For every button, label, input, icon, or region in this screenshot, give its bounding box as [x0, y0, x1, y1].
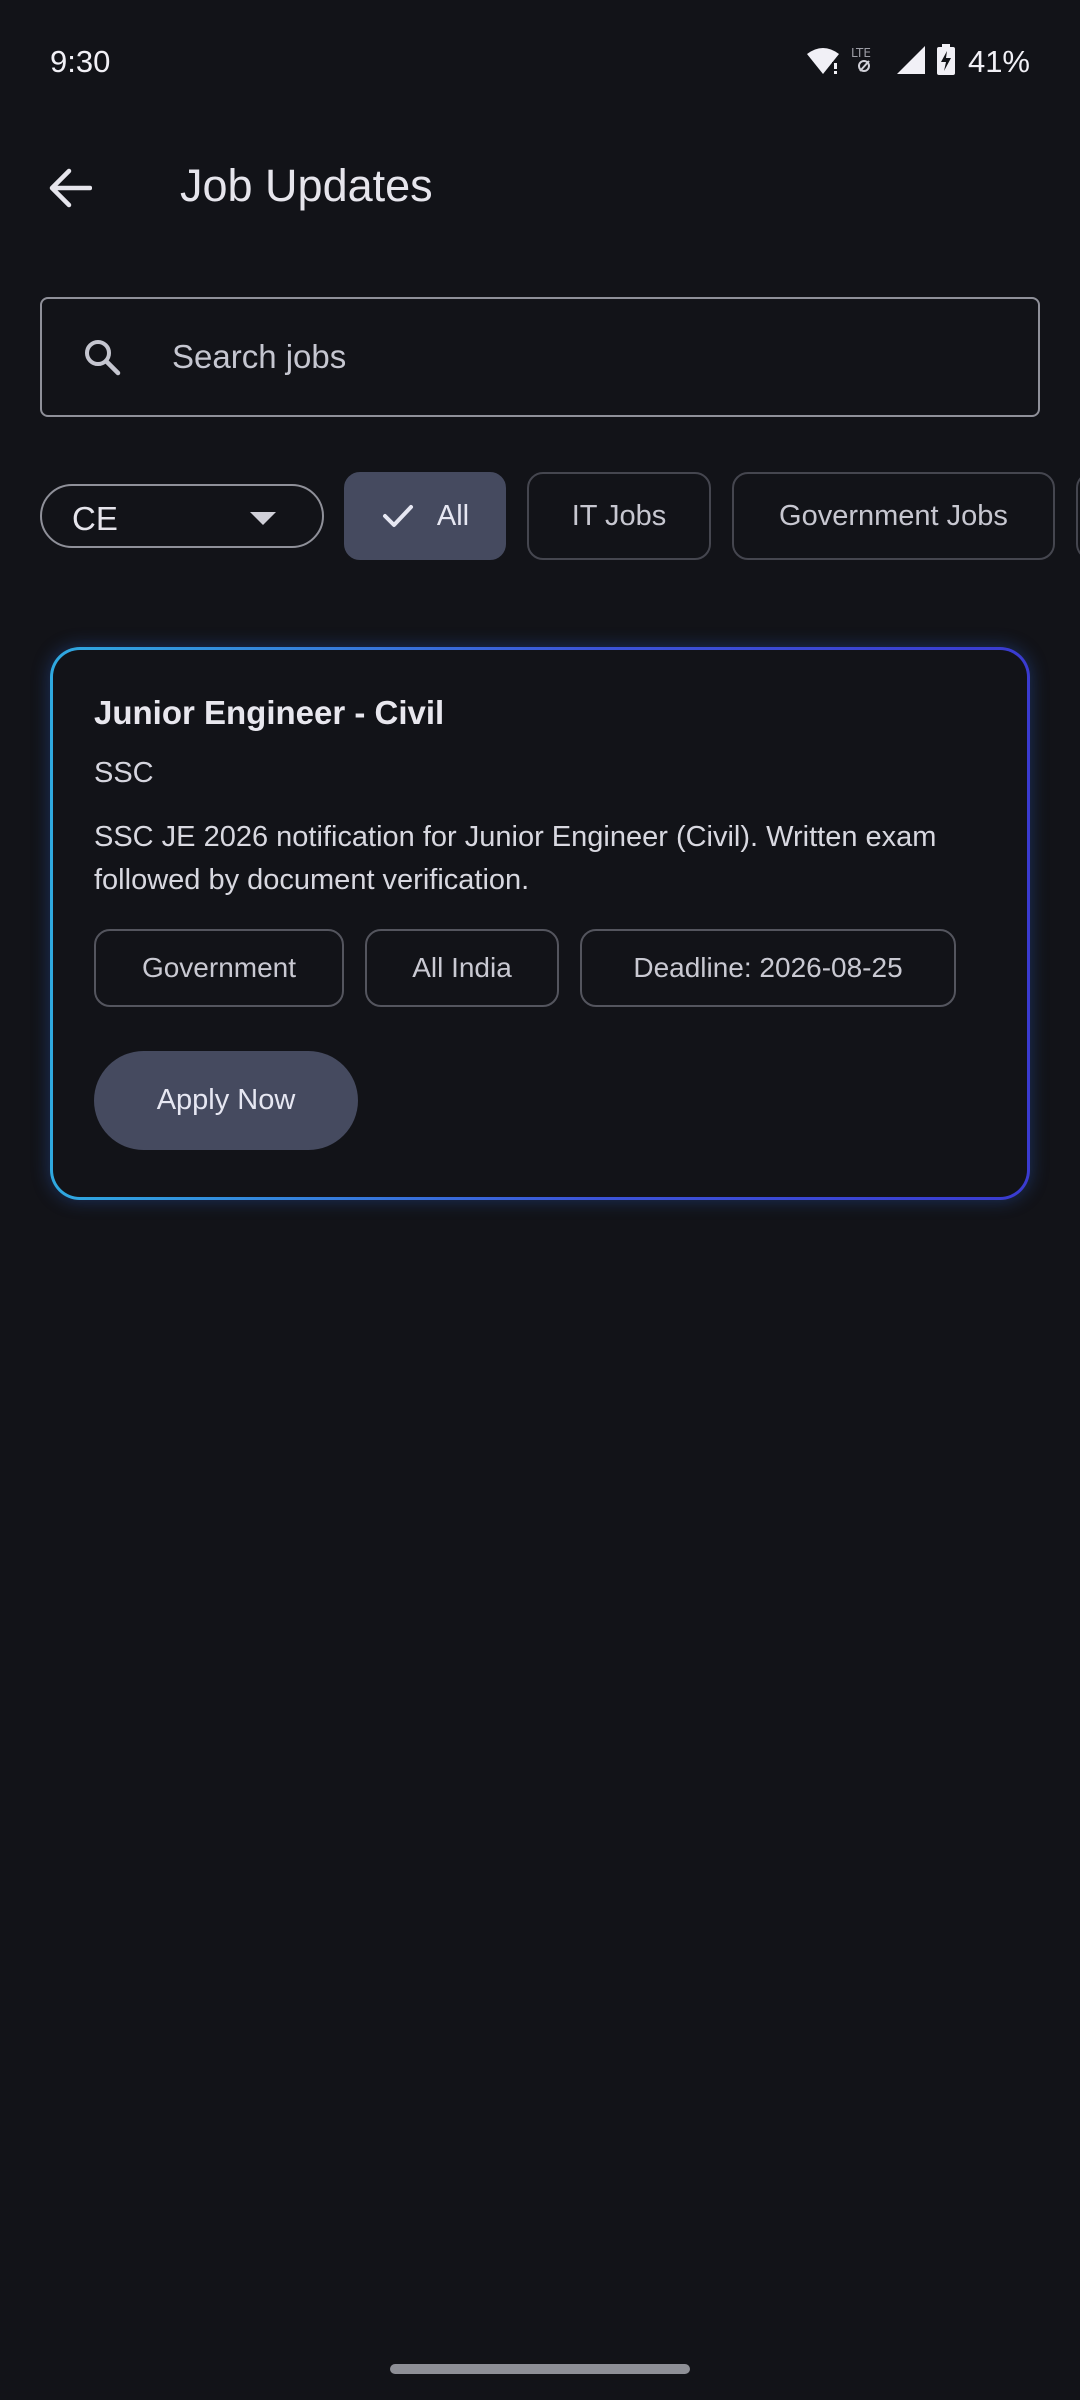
job-tag-category: Government	[94, 929, 344, 1007]
svg-text:LTE: LTE	[851, 46, 871, 60]
arrow-back-icon	[49, 168, 92, 208]
branch-dropdown-value: CE	[72, 500, 118, 537]
check-icon	[382, 505, 413, 527]
job-updates-screen: 9:30 LTE 41% Job Updates Search jobs CE …	[0, 0, 1080, 2400]
page-title: Job Updates	[180, 160, 433, 211]
back-button[interactable]	[38, 156, 102, 220]
battery-charging-icon	[936, 43, 956, 81]
lte-icon: LTE	[850, 45, 886, 80]
chip-label: All	[436, 499, 470, 532]
chip-overflow[interactable]	[1076, 472, 1080, 560]
status-time: 9:30	[50, 44, 111, 79]
search-field[interactable]	[40, 297, 1040, 417]
wifi-icon	[806, 45, 840, 80]
chip-government-jobs[interactable]: Government Jobs	[732, 472, 1055, 560]
dropdown-caret-icon	[250, 512, 276, 525]
top-app-bar: Job Updates	[0, 130, 1080, 242]
chip-label: IT Jobs	[571, 499, 667, 532]
job-card-body: Junior Engineer - Civil SSC SSC JE 2026 …	[53, 650, 1027, 1197]
job-title: Junior Engineer - Civil	[94, 694, 445, 731]
signal-icon	[896, 45, 926, 80]
job-description: SSC JE 2026 notification for Junior Engi…	[94, 821, 937, 896]
home-indicator[interactable]	[390, 2364, 690, 2374]
chip-it-jobs[interactable]: IT Jobs	[527, 472, 711, 560]
job-card[interactable]: Junior Engineer - Civil SSC SSC JE 2026 …	[50, 647, 1030, 1200]
battery-percentage: 41%	[967, 44, 1030, 79]
chip-label: Government Jobs	[779, 499, 1008, 532]
job-tag-deadline: Deadline: 2026-08-25	[580, 929, 956, 1007]
chip-all[interactable]: All	[344, 472, 506, 560]
branch-dropdown[interactable]: CE	[40, 484, 324, 548]
search-input[interactable]	[172, 319, 1012, 395]
filter-row: CE All IT Jobs Government Jobs	[0, 472, 1080, 562]
status-bar: 9:30 LTE 41%	[0, 0, 1080, 120]
job-organization: SSC	[94, 757, 154, 789]
apply-now-button[interactable]: Apply Now	[94, 1051, 358, 1150]
status-icons: LTE 41%	[806, 42, 1030, 82]
search-icon	[85, 340, 121, 376]
job-tag-location: All India	[365, 929, 559, 1007]
